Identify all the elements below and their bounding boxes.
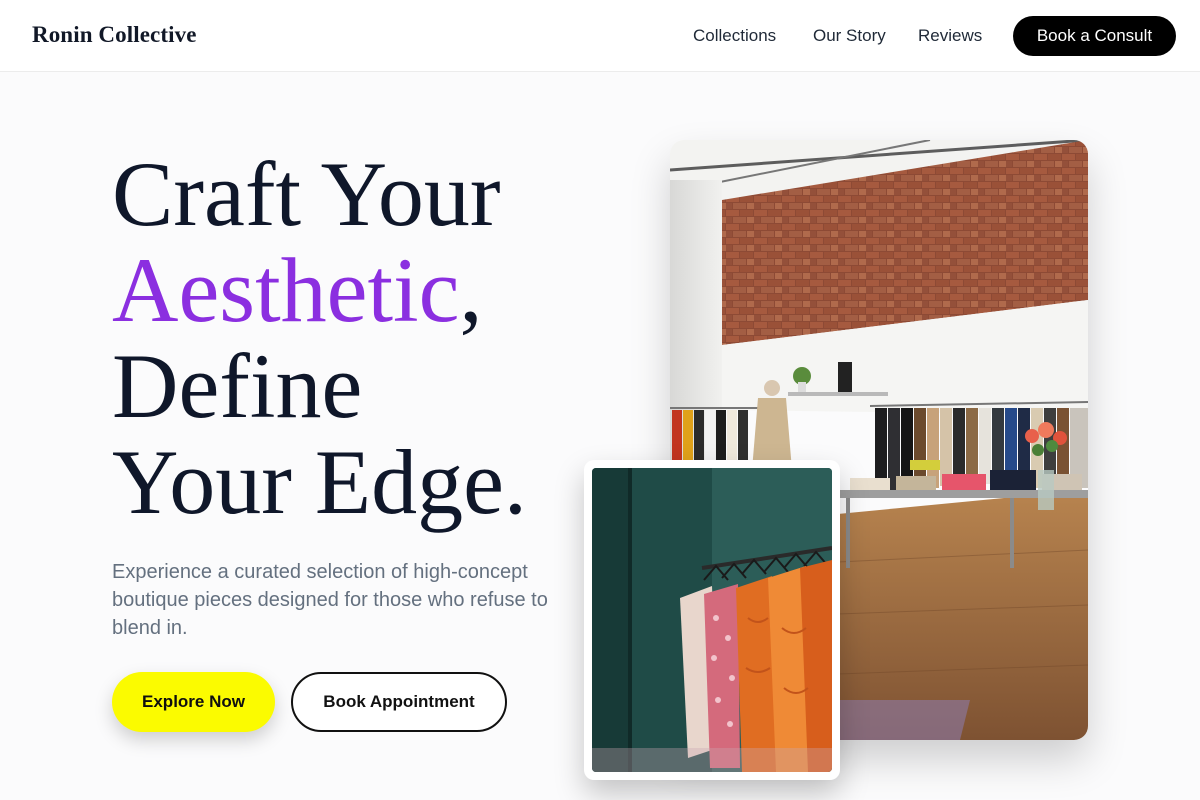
- top-nav: Ronin Collective Collections Our Story R…: [0, 0, 1200, 72]
- headline-line-1: Craft Your: [112, 143, 501, 245]
- clothing-rack-photo: [592, 468, 832, 772]
- nav-link-reviews[interactable]: Reviews: [918, 26, 982, 46]
- headline-accent-suffix: ,: [459, 239, 483, 341]
- nav-link-our-story[interactable]: Our Story: [813, 26, 886, 46]
- headline-accent-word: Aesthetic: [112, 239, 460, 341]
- brand-logo[interactable]: Ronin Collective: [32, 22, 197, 48]
- book-appointment-button[interactable]: Book Appointment: [291, 672, 507, 732]
- explore-now-button[interactable]: Explore Now: [112, 672, 275, 732]
- headline-line-3: Define: [112, 335, 363, 437]
- headline-line-2: Aesthetic,: [112, 242, 527, 338]
- headline-line-4: Your Edge.: [112, 431, 527, 533]
- book-consult-button[interactable]: Book a Consult: [1013, 16, 1176, 56]
- inset-photo-card: [584, 460, 840, 780]
- hero-headline: Craft Your Aesthetic, Define Your Edge.: [112, 146, 527, 530]
- nav-link-collections[interactable]: Collections: [693, 26, 776, 46]
- hero-subtext: Experience a curated selection of high-c…: [112, 561, 548, 639]
